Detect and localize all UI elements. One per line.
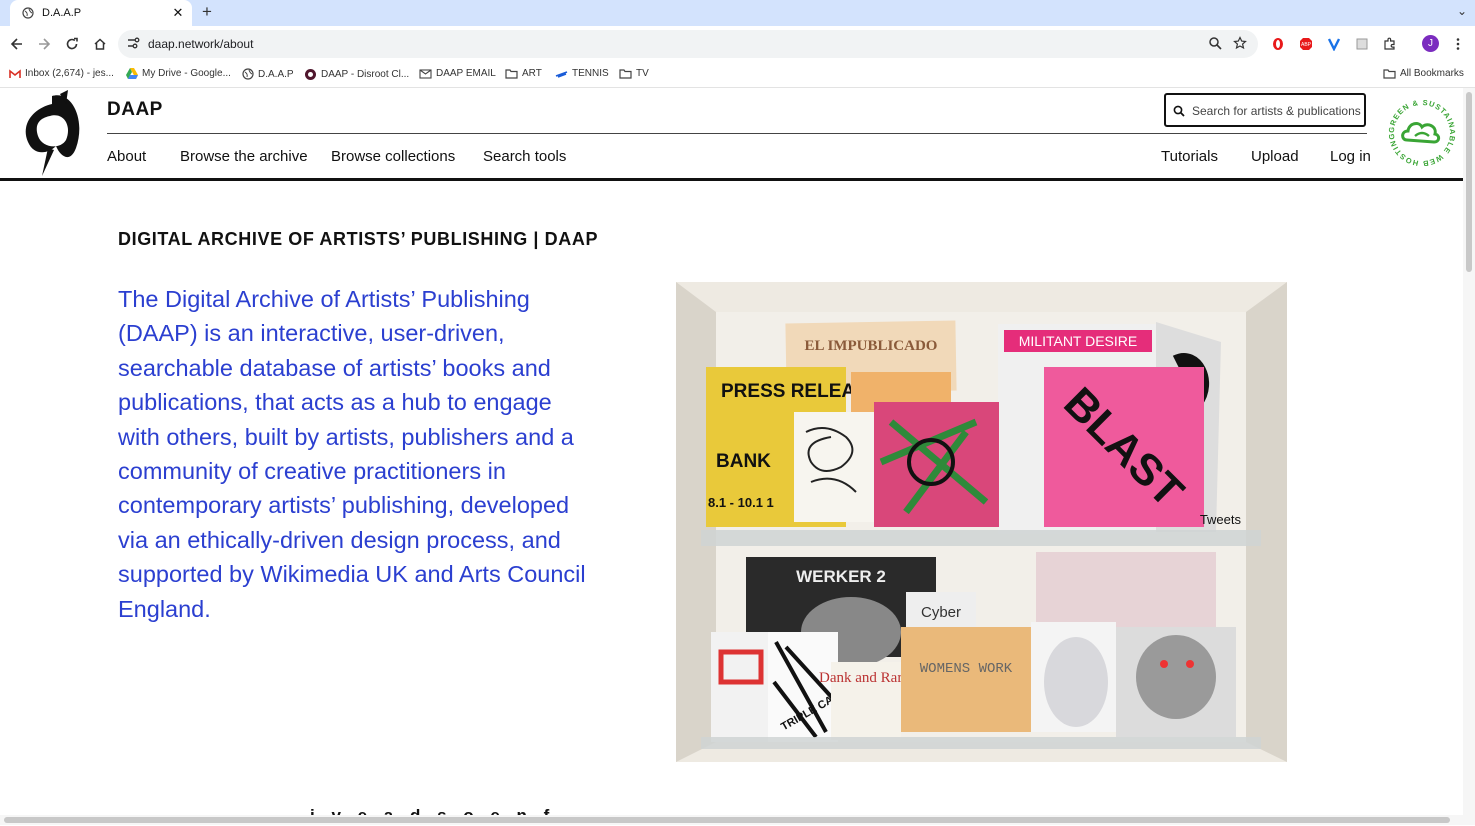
tab-title: D.A.A.P [42,7,82,19]
image-text: WOMENS WORK [920,661,1013,677]
site-brand[interactable]: DAAP [107,99,163,121]
intro-paragraph: The Digital Archive of Artists’ Publishi… [118,286,586,622]
adblock-extension-icon[interactable]: ABP [1298,36,1314,52]
globe-icon [242,68,254,80]
image-text: BANK [716,451,771,472]
bookmark-folder-art[interactable]: ART [505,68,542,79]
forward-arrow-icon[interactable] [34,34,54,54]
zoom-icon[interactable] [1208,36,1222,55]
nav-search-tools[interactable]: Search tools [483,148,566,165]
disroot-icon [304,68,317,81]
nav-tutorials[interactable]: Tutorials [1161,148,1218,165]
green-hosting-badge[interactable]: GREEN & SUSTAINABLE WEB HOSTING [1385,96,1459,175]
bookmark-label: D.A.A.P [258,68,294,80]
image-text: Tweets [1200,512,1242,527]
bookmark-disroot[interactable]: DAAP - Disroot Cl... [304,68,409,81]
bookmark-label: ART [522,68,542,79]
bookmark-star-icon[interactable] [1233,36,1247,55]
globe-icon [22,7,34,19]
image-text: EL IMPUBLICADO [805,338,938,354]
bookmark-label: DAAP - Disroot Cl... [321,69,410,80]
close-tab-icon[interactable]: ✕ [170,5,186,21]
image-text: Dank and Rare [819,670,909,686]
horizontal-scrollbar[interactable] [0,815,1463,825]
svg-text:ABP: ABP [1301,42,1312,48]
gmail-icon [9,68,21,79]
header-divider [107,133,1367,134]
site-settings-icon[interactable] [126,36,140,55]
browser-menu-icon[interactable] [1450,36,1466,52]
address-url[interactable]: daap.network/about [148,37,253,51]
opera-extension-icon[interactable] [1270,36,1286,52]
nav-browse-collections[interactable]: Browse collections [331,148,455,165]
search-icon [1173,104,1185,122]
home-icon[interactable] [90,34,110,54]
tennis-icon [555,69,568,79]
drive-icon [126,68,138,79]
image-text: WERKER 2 [796,567,886,586]
bookmark-label: TENNIS [572,68,609,79]
browser-tab[interactable]: D.A.A.P ✕ [10,0,192,26]
image-text: Cyber [921,604,961,621]
profile-avatar[interactable]: J [1422,35,1439,52]
vertical-scrollbar[interactable] [1463,88,1475,825]
hero-image-shelf-of-publications: EL IMPUBLICADO MILITANT DESIRE PRESS REL… [676,282,1287,762]
bookmark-tennis[interactable]: TENNIS [555,68,609,79]
bookmark-label: Inbox (2,674) - jes... [25,68,114,79]
nav-upload[interactable]: Upload [1251,148,1299,165]
bookmark-folder-tv[interactable]: TV [619,68,649,79]
folder-icon [505,68,518,79]
folder-icon [1383,68,1396,79]
reload-icon[interactable] [62,34,82,54]
mail-icon [419,68,432,79]
bookmark-my-drive[interactable]: My Drive - Google... [126,68,231,79]
search-input[interactable] [1190,95,1364,127]
address-bar[interactable] [118,30,1258,58]
bookmark-inbox[interactable]: Inbox (2,674) - jes... [9,68,114,79]
browser-tabbar: D.A.A.P ✕ + ⌄ [0,0,1475,26]
all-bookmarks[interactable]: All Bookmarks [1383,68,1464,79]
bookmark-label: My Drive - Google... [142,68,231,79]
bookmark-daap[interactable]: D.A.A.P [242,68,294,80]
site-search-box[interactable] [1164,93,1366,127]
all-bookmarks-label: All Bookmarks [1400,68,1464,79]
bookmark-label: TV [636,68,649,79]
folder-icon [619,68,632,79]
vpn-extension-icon[interactable] [1326,36,1342,52]
bookmark-daap-email[interactable]: DAAP EMAIL [419,68,496,79]
extensions-puzzle-icon[interactable] [1382,36,1398,52]
back-arrow-icon[interactable] [7,34,27,54]
reader-extension-icon[interactable] [1354,36,1370,52]
daap-logo[interactable] [20,90,84,183]
image-text: 8.1 - 10.1 1 [708,495,774,510]
nav-about[interactable]: About [107,148,146,165]
new-tab-icon[interactable]: + [202,2,212,22]
tab-search-chevron-icon[interactable]: ⌄ [1457,4,1467,18]
image-text: MILITANT DESIRE [1019,333,1138,349]
page-title: DIGITAL ARCHIVE OF ARTISTS’ PUBLISHING |… [118,229,599,249]
nav-log-in[interactable]: Log in [1330,148,1371,165]
nav-browse-archive[interactable]: Browse the archive [180,148,308,165]
bookmark-label: DAAP EMAIL [436,68,496,79]
